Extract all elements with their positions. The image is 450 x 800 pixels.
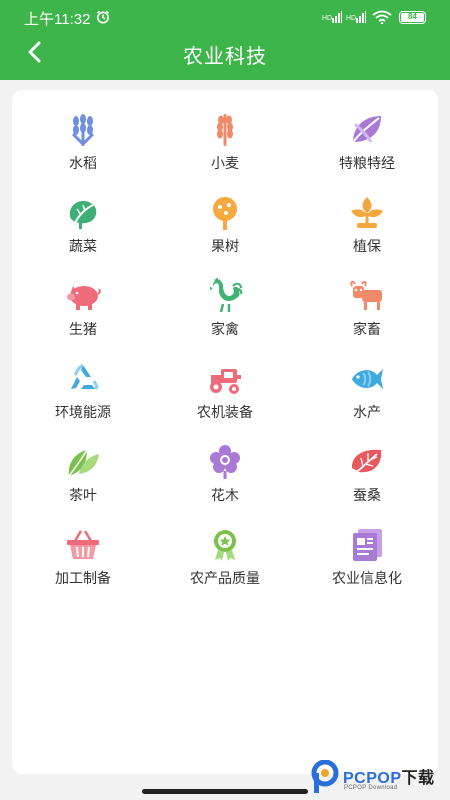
category-item-fruit-trees[interactable]: 果树 xyxy=(154,191,296,274)
app-header: 上午11:32 HD HD 84 农业科技 xyxy=(0,0,450,80)
page-title: 农业科技 xyxy=(183,46,267,68)
category-label: 果树 xyxy=(211,238,239,254)
category-label: 加工制备 xyxy=(55,570,111,586)
category-grid: 水稻 小麦 特粮特经 蔬菜 果树 植保 生猪 家禽 家畜 环境能源 农机装备 水… xyxy=(12,108,438,606)
category-item-pigs[interactable]: 生猪 xyxy=(12,274,154,357)
rooster-icon xyxy=(210,278,243,313)
plant-protection-icon xyxy=(351,197,383,228)
category-item-poultry[interactable]: 家禽 xyxy=(154,274,296,357)
category-label: 蚕桑 xyxy=(353,487,381,503)
category-label: 小麦 xyxy=(211,155,239,171)
recycle-icon xyxy=(71,363,99,391)
tractor-icon xyxy=(210,369,241,394)
category-label: 特粮特经 xyxy=(339,155,395,171)
document-icon xyxy=(353,529,382,561)
svg-text:HD: HD xyxy=(322,15,332,22)
wifi-icon xyxy=(372,10,392,24)
watermark: PCPOP下载 PCPOP Download xyxy=(310,758,450,798)
category-item-product-quality[interactable]: 农产品质量 xyxy=(154,523,296,606)
category-item-sericulture[interactable]: 蚕桑 xyxy=(296,440,438,523)
category-label: 水稻 xyxy=(69,155,97,171)
category-label: 家禽 xyxy=(211,321,239,337)
home-indicator[interactable] xyxy=(142,789,308,794)
flower-icon xyxy=(210,445,240,479)
category-item-vegetables[interactable]: 蔬菜 xyxy=(12,191,154,274)
fruit-tree-icon xyxy=(213,197,237,230)
battery-indicator: 84 xyxy=(399,11,426,24)
fish-icon xyxy=(352,369,383,389)
category-item-wheat[interactable]: 小麦 xyxy=(154,108,296,191)
signal-icon: HD xyxy=(346,11,366,23)
category-item-processing[interactable]: 加工制备 xyxy=(12,523,154,606)
category-item-environment-energy[interactable]: 环境能源 xyxy=(12,357,154,440)
pcpop-logo-icon xyxy=(311,760,339,793)
category-label: 水产 xyxy=(353,404,381,420)
category-label: 生猪 xyxy=(69,321,97,337)
vegetable-icon xyxy=(69,201,97,229)
category-card: 水稻 小麦 特粮特经 蔬菜 果树 植保 生猪 家禽 家畜 环境能源 农机装备 水… xyxy=(12,90,438,774)
battery-level: 84 xyxy=(408,12,417,21)
category-label: 农机装备 xyxy=(197,404,253,420)
category-item-tea[interactable]: 茶叶 xyxy=(12,440,154,523)
special-crop-icon xyxy=(352,116,381,143)
mulberry-leaf-icon xyxy=(351,449,382,475)
signal-icon: HD xyxy=(322,11,342,23)
rice-icon xyxy=(71,114,95,147)
category-label: 农业信息化 xyxy=(332,570,402,586)
category-label: 家畜 xyxy=(353,321,381,337)
category-item-farm-machinery[interactable]: 农机装备 xyxy=(154,357,296,440)
quality-badge-icon xyxy=(214,530,236,561)
category-label: 植保 xyxy=(353,238,381,254)
category-label: 环境能源 xyxy=(55,404,111,420)
status-bar: 上午11:32 HD HD 84 xyxy=(0,0,450,34)
svg-text:HD: HD xyxy=(346,15,356,22)
alarm-icon xyxy=(97,10,109,24)
cattle-icon xyxy=(350,280,382,310)
wheat-icon xyxy=(217,114,233,146)
category-item-aquatic[interactable]: 水产 xyxy=(296,357,438,440)
tea-leaf-icon xyxy=(68,449,99,477)
basket-icon xyxy=(67,530,99,559)
category-item-livestock[interactable]: 家畜 xyxy=(296,274,438,357)
pig-icon xyxy=(67,286,101,310)
status-time: 上午11:32 xyxy=(24,11,91,28)
category-label: 茶叶 xyxy=(69,487,97,503)
category-label: 蔬菜 xyxy=(69,238,97,254)
category-item-plant-protection[interactable]: 植保 xyxy=(296,191,438,274)
category-item-informatization[interactable]: 农业信息化 xyxy=(296,523,438,606)
watermark-subtitle: PCPOP Download xyxy=(344,785,398,791)
category-label: 花木 xyxy=(211,487,239,503)
category-label: 农产品质量 xyxy=(190,570,260,586)
category-item-rice[interactable]: 水稻 xyxy=(12,108,154,191)
category-item-flowers[interactable]: 花木 xyxy=(154,440,296,523)
category-item-special-crops[interactable]: 特粮特经 xyxy=(296,108,438,191)
